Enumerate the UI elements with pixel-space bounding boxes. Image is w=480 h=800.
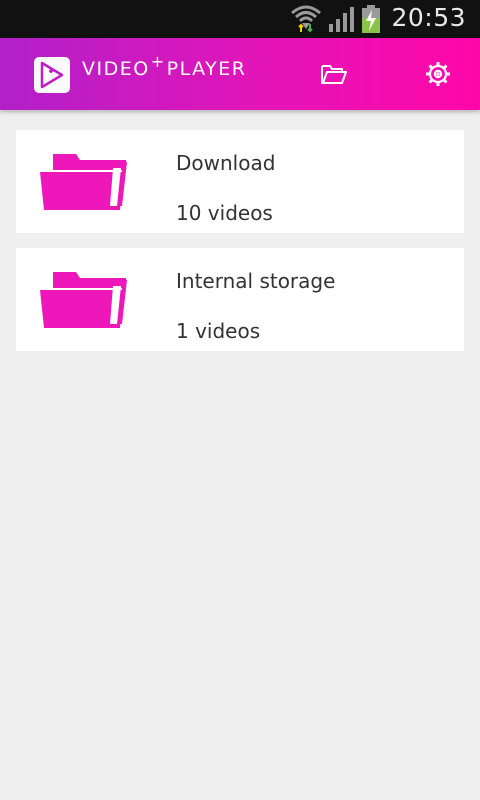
app-bar: VIDEO+PLAYER — [0, 38, 480, 110]
play-logo-icon — [40, 61, 64, 89]
app-title-part1: VIDEO — [82, 58, 150, 80]
app-title-plus: + — [150, 52, 166, 71]
battery-charging-icon — [362, 5, 380, 33]
app-title: VIDEO+PLAYER — [82, 52, 247, 80]
folder-item-internal-storage[interactable]: Internal storage 1 videos — [16, 248, 464, 351]
folder-name: Download — [176, 151, 276, 175]
gear-icon — [426, 62, 450, 86]
app-logo — [34, 57, 70, 93]
status-time: 20:53 — [391, 3, 466, 32]
folder-video-count: 10 videos — [176, 201, 273, 225]
status-bar: 20:53 — [0, 0, 480, 38]
wifi-icon — [291, 5, 321, 33]
folder-item-download[interactable]: Download 10 videos — [16, 130, 464, 233]
folder-name: Internal storage — [176, 269, 336, 293]
app-title-part2: PLAYER — [166, 58, 247, 80]
folder-open-icon — [321, 65, 347, 84]
folder-video-count: 1 videos — [176, 319, 261, 343]
folder-icon — [40, 272, 127, 328]
folder-icon — [40, 154, 127, 210]
open-folder-button[interactable] — [316, 56, 352, 92]
settings-button[interactable] — [420, 56, 456, 92]
signal-icon — [329, 7, 354, 32]
folder-list: Download 10 videos Internal storage 1 vi… — [16, 130, 464, 366]
